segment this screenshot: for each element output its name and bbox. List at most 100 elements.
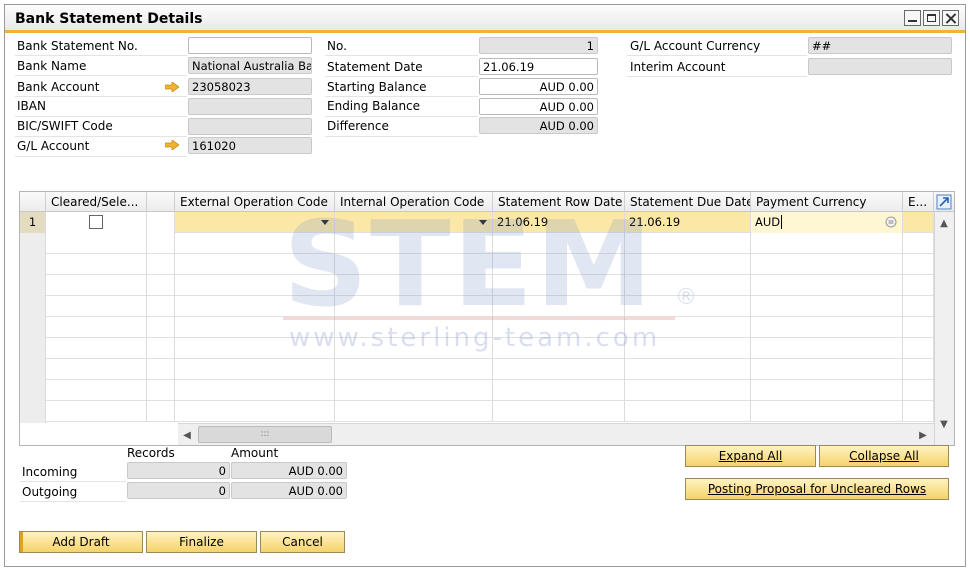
- grid-cell[interactable]: [147, 254, 175, 275]
- grid-cell[interactable]: [147, 401, 175, 422]
- grid-cell[interactable]: [175, 296, 335, 317]
- grid-cell[interactable]: [20, 317, 46, 338]
- scroll-down-icon[interactable]: ▼: [935, 415, 953, 433]
- grid-cell[interactable]: [335, 380, 493, 401]
- table-row[interactable]: [20, 233, 934, 254]
- grid-cell[interactable]: [335, 338, 493, 359]
- internal-op-cell[interactable]: [335, 212, 493, 233]
- grid-cell[interactable]: [751, 317, 903, 338]
- grid-cell[interactable]: [903, 296, 934, 317]
- grid-cell[interactable]: [46, 338, 147, 359]
- gl-account-field[interactable]: 161020: [188, 137, 312, 154]
- grid-cell[interactable]: [903, 275, 934, 296]
- scroll-up-icon[interactable]: ▲: [935, 214, 953, 232]
- grid-cell[interactable]: [903, 359, 934, 380]
- collapse-all-button[interactable]: Collapse All: [819, 445, 949, 467]
- grid-cell[interactable]: [335, 296, 493, 317]
- grid-cell[interactable]: [625, 380, 751, 401]
- table-row[interactable]: [20, 401, 934, 422]
- cleared-checkbox[interactable]: [89, 215, 103, 229]
- iban-field[interactable]: [188, 98, 312, 115]
- grid-cell[interactable]: [20, 338, 46, 359]
- grid-cell[interactable]: [335, 359, 493, 380]
- grid-cell[interactable]: [147, 359, 175, 380]
- finalize-button[interactable]: Finalize: [146, 531, 257, 553]
- grid-cell[interactable]: [751, 338, 903, 359]
- grid-cell[interactable]: [147, 317, 175, 338]
- scroll-left-icon[interactable]: ◀: [178, 426, 196, 444]
- dropdown-arrow-icon[interactable]: [321, 220, 329, 225]
- close-button[interactable]: [942, 10, 959, 26]
- column-header-external-op[interactable]: External Operation Code: [175, 192, 335, 212]
- external-op-cell[interactable]: [175, 212, 335, 233]
- grid-cell[interactable]: [46, 233, 147, 254]
- due-date-cell[interactable]: 21.06.19: [625, 212, 751, 233]
- grid-cell[interactable]: [493, 233, 625, 254]
- statement-date-field[interactable]: 21.06.19: [479, 58, 598, 75]
- horizontal-scrollbar[interactable]: ◀ ::: ▶: [178, 423, 934, 445]
- grid-cell[interactable]: [20, 275, 46, 296]
- grid-cell[interactable]: [903, 233, 934, 254]
- grid-cell[interactable]: [20, 401, 46, 422]
- title-bar[interactable]: Bank Statement Details: [5, 5, 965, 33]
- list-icon[interactable]: [885, 216, 897, 228]
- grid-cell[interactable]: [147, 338, 175, 359]
- grid-cell[interactable]: [46, 317, 147, 338]
- table-row[interactable]: 1 21.06.19 21.06.19 AUD: [20, 212, 934, 233]
- grid-cell[interactable]: [175, 359, 335, 380]
- row-date-cell[interactable]: 21.06.19: [493, 212, 625, 233]
- posting-proposal-button[interactable]: Posting Proposal for Uncleared Rows: [685, 478, 949, 500]
- grid-cell[interactable]: [625, 317, 751, 338]
- e-cell[interactable]: [903, 212, 934, 233]
- dropdown-arrow-icon[interactable]: [479, 220, 487, 225]
- grid-cell[interactable]: [493, 359, 625, 380]
- grid-cell[interactable]: [493, 275, 625, 296]
- grid-cell[interactable]: [625, 296, 751, 317]
- minimize-button[interactable]: [904, 10, 921, 26]
- grid-cell[interactable]: [903, 317, 934, 338]
- grid-cell[interactable]: [147, 296, 175, 317]
- vertical-scrollbar[interactable]: ▲ ▼: [934, 212, 954, 445]
- grid-cell[interactable]: [46, 359, 147, 380]
- column-header-payment-currency[interactable]: Payment Currency: [751, 192, 903, 212]
- link-arrow-icon[interactable]: [165, 82, 179, 92]
- gl-account-currency-field[interactable]: ##: [808, 37, 952, 54]
- grid-cell[interactable]: [20, 359, 46, 380]
- grid-cell[interactable]: [20, 296, 46, 317]
- grid-cell[interactable]: [751, 296, 903, 317]
- scroll-thumb[interactable]: :::: [198, 426, 332, 443]
- grid-cell[interactable]: [903, 254, 934, 275]
- grid-cell[interactable]: [335, 254, 493, 275]
- grid-cell[interactable]: [147, 275, 175, 296]
- grid-cell[interactable]: [493, 380, 625, 401]
- expand-grid-icon[interactable]: [936, 194, 952, 210]
- grid-cell[interactable]: [751, 380, 903, 401]
- grid-cell[interactable]: [493, 296, 625, 317]
- grid-cell[interactable]: [175, 401, 335, 422]
- grid-cell[interactable]: [903, 338, 934, 359]
- table-row[interactable]: [20, 359, 934, 380]
- grid-cell[interactable]: [147, 233, 175, 254]
- grid-cell[interactable]: [147, 380, 175, 401]
- grid-cell[interactable]: [175, 254, 335, 275]
- blank-cell[interactable]: [147, 212, 175, 233]
- grid-cell[interactable]: [493, 401, 625, 422]
- table-row[interactable]: [20, 380, 934, 401]
- payment-currency-cell[interactable]: AUD: [751, 212, 903, 233]
- grid-cell[interactable]: [903, 380, 934, 401]
- interim-account-field[interactable]: [808, 58, 952, 75]
- starting-balance-field[interactable]: AUD 0.00: [479, 78, 598, 95]
- add-draft-button[interactable]: Add Draft: [19, 531, 143, 553]
- table-row[interactable]: [20, 254, 934, 275]
- grid-cell[interactable]: [493, 317, 625, 338]
- grid-cell[interactable]: [46, 275, 147, 296]
- column-header-due-date[interactable]: Statement Due Date: [625, 192, 751, 212]
- grid-cell[interactable]: [335, 401, 493, 422]
- ending-balance-field[interactable]: AUD 0.00: [479, 98, 598, 115]
- grid-cell[interactable]: [625, 338, 751, 359]
- grid-cell[interactable]: [625, 254, 751, 275]
- maximize-button[interactable]: [923, 10, 940, 26]
- column-header-row-date[interactable]: Statement Row Date: [493, 192, 625, 212]
- column-header-internal-op[interactable]: Internal Operation Code: [335, 192, 493, 212]
- grid-cell[interactable]: [493, 254, 625, 275]
